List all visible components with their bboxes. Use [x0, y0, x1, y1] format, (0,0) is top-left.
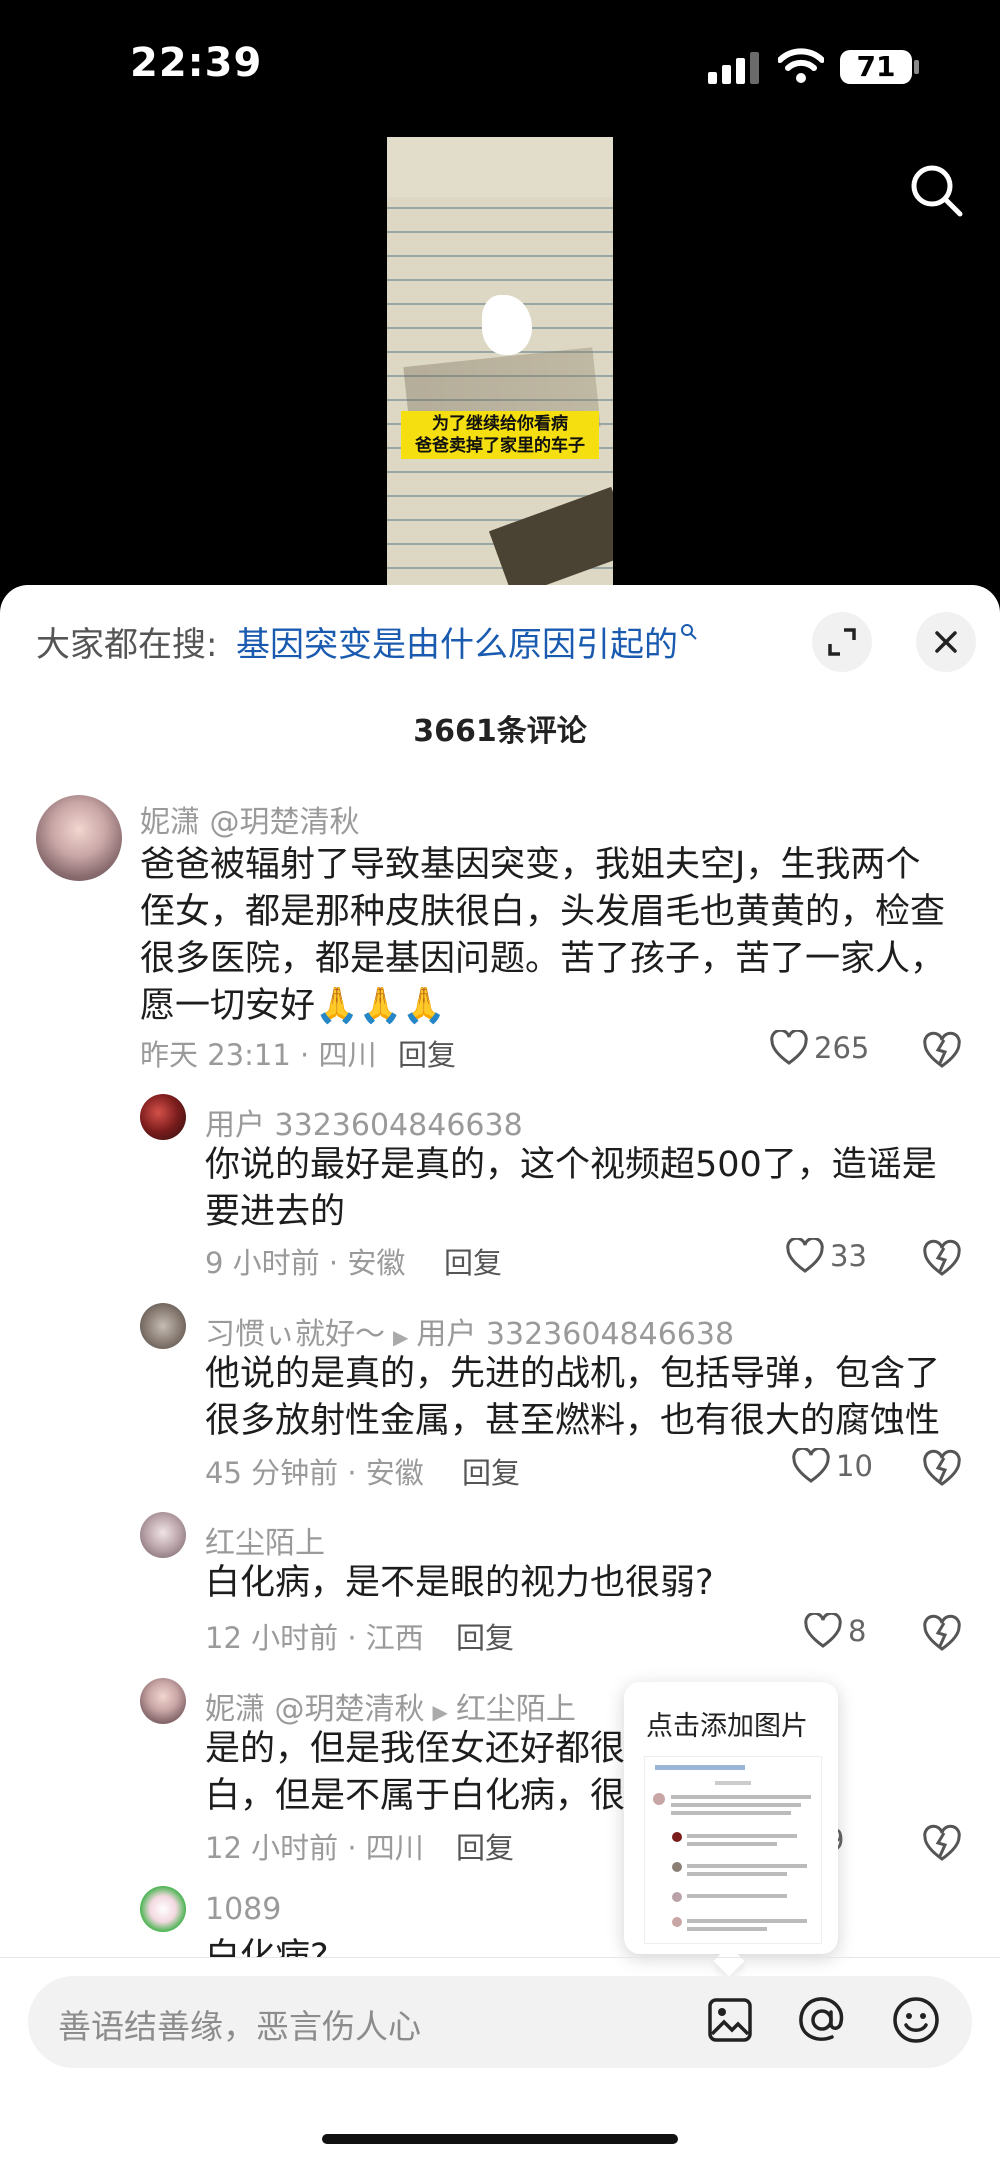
at-icon[interactable] [796, 1994, 848, 2046]
like-count: 8 [848, 1614, 867, 1648]
comment-username[interactable]: 妮潇 @玥楚清秋 [140, 797, 360, 841]
heart-icon [770, 1030, 808, 1065]
avatar[interactable] [140, 1886, 186, 1932]
comment-username-text: 习惯ぃ就好～ [205, 1317, 385, 1352]
expand-icon[interactable] [812, 612, 872, 672]
comment-meta: 12 小时前 · 江西 [205, 1621, 424, 1655]
comment-text: 爸爸被辐射了导致基因突变，我姐夫空J，生我两个 侄女，都是那种皮肤很白，头发眉毛… [140, 842, 960, 1030]
like-count: 10 [836, 1449, 873, 1483]
reply-arrow-icon: ▶ [393, 1325, 409, 1349]
heart-icon [804, 1613, 842, 1648]
comment-text: 白化病，是不是眼的视力也很弱? [205, 1560, 965, 1607]
comment-username[interactable]: 妮潇 @玥楚清秋 ▶ 红尘陌上 [205, 1684, 576, 1728]
cellular-signal-icon [708, 52, 759, 84]
popup-title: 点击添加图片 [646, 1711, 808, 1742]
search-suggest-label: 大家都在搜: [36, 625, 218, 665]
reply-to-username[interactable]: 红尘陌上 [456, 1692, 576, 1727]
avatar[interactable] [36, 795, 122, 881]
comment-meta: 9 小时前 · 安徽 [205, 1246, 406, 1280]
comment-text-line: 侄女，都是那种皮肤很白，头发眉毛也黄黄的，检查 [140, 892, 946, 932]
reply-button[interactable]: 回复 [398, 1032, 456, 1074]
comment-text-line: 白化病? [205, 1937, 329, 1957]
avatar[interactable] [140, 1303, 186, 1349]
search-small-icon [681, 624, 697, 640]
video-caption: 为了继续给你看病 爸爸卖掉了家里的车子 [401, 411, 599, 459]
divider [0, 1957, 1000, 1958]
like-button[interactable]: 265 [770, 1030, 869, 1066]
heart-icon [786, 1238, 824, 1273]
emoji-icon[interactable] [890, 1994, 942, 2046]
comment-meta: 昨天 23:11 · 四川 [140, 1038, 377, 1072]
reply-button[interactable]: 回复 [444, 1240, 502, 1282]
comment-text-line: 很多放射性金属，甚至燃料，也有很大的腐蚀性 [205, 1401, 941, 1441]
search-icon[interactable] [908, 162, 964, 218]
comment-text: 是的，但是我侄女还好都很 白，但是不属于白化病，很 [205, 1726, 625, 1820]
avatar[interactable] [140, 1512, 186, 1558]
comment-meta: 45 分钟前 · 安徽 [205, 1456, 424, 1490]
video-caption-line: 爸爸卖掉了家里的车子 [415, 436, 585, 456]
video-caption-line: 为了继续给你看病 [432, 414, 568, 434]
dislike-icon[interactable] [922, 1613, 962, 1653]
reply-arrow-icon: ▶ [432, 1700, 448, 1724]
like-count: 33 [830, 1239, 867, 1273]
avatar[interactable] [140, 1678, 186, 1724]
comment-text-line: 他说的是真的，先进的战机，包括导弹，包含了 [205, 1354, 941, 1394]
comment-text-line: 要进去的 [205, 1192, 346, 1232]
comment-username[interactable]: 用户 3323604846638 [205, 1100, 523, 1144]
reply-button[interactable]: 回复 [456, 1615, 514, 1657]
heart-icon [792, 1448, 830, 1483]
dislike-icon[interactable] [922, 1448, 962, 1488]
comment-text: 白化病? [205, 1934, 605, 1957]
comment-username[interactable]: 1089 [205, 1892, 281, 1927]
close-icon[interactable] [916, 612, 976, 672]
status-time: 22:39 [130, 40, 263, 86]
avatar[interactable] [140, 1094, 186, 1140]
video-frame-top [387, 137, 613, 197]
reply-button[interactable]: 回复 [462, 1450, 520, 1492]
reply-button[interactable]: 回复 [456, 1825, 514, 1867]
comment-text-line: 很多医院，都是基因问题。苦了孩子，苦了一家人， [140, 939, 946, 979]
battery-indicator: 71 [840, 50, 912, 84]
comment-text-line: 是的，但是我侄女还好都很 [205, 1729, 625, 1769]
dislike-icon[interactable] [922, 1823, 962, 1863]
wifi-icon [778, 48, 824, 83]
comment-username[interactable]: 习惯ぃ就好～ ▶ 用户 3323604846638 [205, 1309, 734, 1353]
search-suggest-link[interactable]: 基因突变是由什么原因引起的 [236, 617, 698, 666]
battery-tip [914, 60, 919, 74]
home-indicator [322, 2134, 678, 2144]
dislike-icon[interactable] [922, 1238, 962, 1278]
comment-text-line: 爸爸被辐射了导致基因突变，我姐夫空J，生我两个 [140, 845, 921, 885]
screenshot-thumbnail[interactable] [644, 1756, 822, 1944]
video-player[interactable]: 为了继续给你看病 爸爸卖掉了家里的车子 [387, 137, 613, 585]
comment-text-line: 白，但是不属于白化病，很 [205, 1776, 625, 1816]
comment-meta: 12 小时前 · 四川 [205, 1831, 424, 1865]
comment-text-line: 你说的最好是真的，这个视频超500了，造谣是 [205, 1145, 937, 1185]
comment-input-placeholder: 善语结善缘，恶言伤人心 [58, 2007, 421, 2046]
dislike-icon[interactable] [922, 1030, 962, 1070]
comment-text: 你说的最好是真的，这个视频超500了，造谣是 要进去的 [205, 1142, 965, 1236]
reply-to-username[interactable]: 用户 3323604846638 [416, 1317, 734, 1352]
like-button[interactable]: 33 [786, 1238, 867, 1274]
comment-text-line: 愿一切安好🙏🙏🙏 [140, 986, 446, 1026]
comment-text: 他说的是真的，先进的战机，包括导弹，包含了 很多放射性金属，甚至燃料，也有很大的… [205, 1351, 985, 1445]
comments-count: 3661条评论 [413, 714, 587, 749]
like-button[interactable]: 10 [792, 1448, 873, 1484]
comment-username[interactable]: 红尘陌上 [205, 1518, 325, 1562]
search-suggest-query: 基因突变是由什么原因引起的 [236, 625, 678, 665]
like-button[interactable]: 8 [804, 1613, 866, 1649]
like-count: 265 [814, 1031, 870, 1065]
image-icon[interactable] [706, 1996, 754, 2044]
comment-username-text: 妮潇 @玥楚清秋 [205, 1692, 425, 1727]
comment-text-line: 白化病，是不是眼的视力也很弱? [205, 1563, 714, 1603]
